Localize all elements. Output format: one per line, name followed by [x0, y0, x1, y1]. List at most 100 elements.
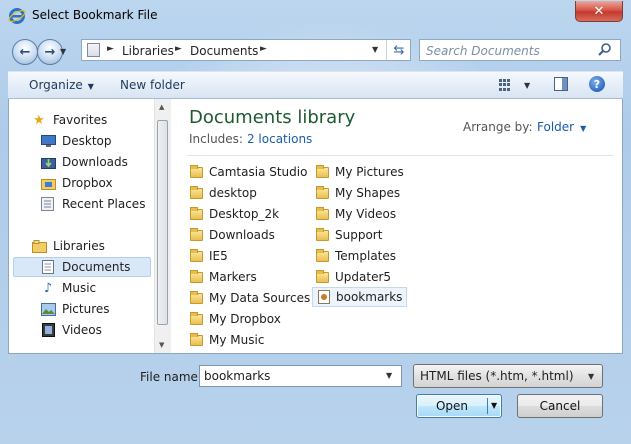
file-name: My Videos — [335, 207, 397, 221]
change-view-icon[interactable] — [499, 79, 511, 91]
sidebar-item-label: Dropbox — [62, 176, 113, 190]
sidebar-item-label: Desktop — [62, 134, 112, 148]
file-name: My Music — [209, 333, 265, 347]
file-item-selected[interactable]: bookmarks — [312, 287, 408, 307]
search-input[interactable]: Search Documents — [419, 39, 621, 61]
cancel-button[interactable]: Cancel — [517, 394, 603, 418]
breadcrumb-chevron-icon[interactable]: ► — [175, 44, 182, 54]
file-item[interactable]: IE5 — [189, 246, 228, 266]
open-label: Open — [435, 399, 469, 413]
filetype-select[interactable]: HTML files (*.htm, *.html) ▼ — [413, 364, 603, 388]
dropbox-folder-icon — [40, 175, 56, 191]
data-sources-folder-icon — [189, 290, 205, 306]
sidebar-item-desktop[interactable]: Desktop — [40, 131, 112, 151]
file-item[interactable]: My Shapes — [315, 183, 400, 203]
filename-input[interactable]: bookmarks ▼ — [199, 365, 402, 387]
sidebar-item-recent-places[interactable]: Recent Places — [40, 194, 145, 214]
sidebar-header-favorites[interactable]: ★ Favorites — [31, 110, 107, 130]
sidebar-item-label: Pictures — [62, 302, 110, 316]
navigation-pane: ★ Favorites Desktop Downloads Dropbox Re… — [9, 99, 171, 353]
file-item[interactable]: Camtasia Studio — [189, 162, 307, 182]
sidebar-item-documents[interactable]: Documents — [13, 257, 151, 277]
organize-button[interactable]: Organize ▼ — [29, 78, 94, 92]
library-title: Documents library — [189, 107, 356, 128]
file-item[interactable]: My Dropbox — [189, 309, 281, 329]
navigation-scrollbar[interactable]: ▲ ▼ — [154, 99, 171, 353]
forward-arrow-icon: → — [44, 44, 56, 60]
sidebar-item-label: Music — [62, 281, 97, 295]
scroll-down-icon[interactable]: ▼ — [159, 341, 164, 349]
search-icon[interactable] — [598, 42, 612, 56]
libraries-icon — [31, 238, 47, 254]
header-divider — [187, 155, 614, 156]
arrange-by-label: Arrange by: — [463, 120, 533, 134]
file-item[interactable]: My Videos — [315, 204, 396, 224]
close-icon: ✕ — [593, 3, 605, 19]
folder-icon — [189, 164, 205, 180]
close-button[interactable]: ✕ — [575, 1, 623, 22]
file-item[interactable]: Support — [315, 225, 382, 245]
filetype-value: HTML files (*.htm, *.html) — [420, 369, 574, 383]
recent-places-icon — [40, 196, 56, 212]
open-options-dropdown-icon[interactable]: ▼ — [491, 401, 497, 410]
file-item[interactable]: desktop — [189, 183, 257, 203]
pictures-icon — [40, 301, 56, 317]
file-name: bookmarks — [336, 290, 403, 304]
file-item[interactable]: Templates — [315, 246, 396, 266]
address-bar[interactable]: ► Libraries ► Documents ► ▼ ⇆ — [81, 39, 411, 61]
refresh-button[interactable]: ⇆ — [386, 40, 411, 60]
breadcrumb-libraries[interactable]: Libraries — [122, 44, 174, 58]
sidebar-item-music[interactable]: ♪ Music — [40, 278, 96, 298]
navigation-row: ← → ▼ ► Libraries ► Documents ► ▼ ⇆ Sear… — [0, 36, 631, 66]
file-item[interactable]: My Music — [189, 330, 264, 350]
view-options-dropdown-icon[interactable]: ▼ — [524, 81, 530, 90]
file-item[interactable]: Downloads — [189, 225, 275, 245]
back-arrow-icon: ← — [19, 44, 31, 60]
music-icon: ♪ — [43, 280, 53, 296]
file-item[interactable]: Markers — [189, 267, 257, 287]
scroll-up-icon[interactable]: ▲ — [159, 103, 164, 111]
open-button[interactable]: Open ▼ — [416, 394, 502, 418]
sidebar-item-downloads[interactable]: Downloads — [40, 152, 128, 172]
sidebar-header-label: Favorites — [53, 113, 108, 127]
file-name: desktop — [209, 186, 257, 200]
file-item[interactable]: Desktop_2k — [189, 204, 279, 224]
breadcrumb-chevron-icon[interactable]: ► — [260, 44, 267, 54]
preview-pane-icon[interactable] — [554, 77, 568, 91]
file-name: My Pictures — [335, 165, 404, 179]
help-icon[interactable]: ? — [589, 76, 605, 92]
file-item[interactable]: My Data Sources — [189, 288, 310, 308]
videos-folder-icon — [315, 206, 331, 222]
sidebar-item-label: Videos — [62, 323, 102, 337]
scrollbar-thumb[interactable] — [157, 120, 168, 325]
arrange-by-dropdown[interactable]: Folder ▼ — [537, 120, 586, 134]
pictures-folder-icon — [315, 164, 331, 180]
file-item[interactable]: Updater5 — [315, 267, 391, 287]
sidebar-item-videos[interactable]: Videos — [40, 320, 102, 340]
filename-dropdown-icon[interactable]: ▼ — [386, 371, 392, 380]
file-item[interactable]: My Pictures — [315, 162, 404, 182]
address-dropdown-icon[interactable]: ▼ — [372, 45, 378, 54]
file-name: IE5 — [209, 249, 228, 263]
back-button[interactable]: ← — [12, 39, 38, 65]
title-bar[interactable]: Select Bookmark File ✕ — [0, 0, 631, 30]
downloads-folder-icon — [40, 154, 56, 170]
sidebar-item-label: Downloads — [62, 155, 128, 169]
new-folder-button[interactable]: New folder — [120, 78, 185, 92]
videos-icon — [40, 322, 56, 338]
sidebar-item-dropbox[interactable]: Dropbox — [40, 173, 113, 193]
file-name: Support — [335, 228, 383, 242]
folder-icon — [189, 332, 205, 348]
file-name: Desktop_2k — [209, 207, 280, 221]
sidebar-item-pictures[interactable]: Pictures — [40, 299, 110, 319]
filename-value: bookmarks — [204, 369, 271, 383]
breadcrumb-documents[interactable]: Documents — [190, 44, 258, 58]
recent-pages-dropdown-icon[interactable]: ▼ — [60, 47, 66, 56]
dialog-footer: File name: bookmarks ▼ HTML files (*.htm… — [0, 354, 631, 444]
breadcrumb-chevron-icon[interactable]: ► — [107, 44, 114, 54]
sidebar-header-libraries[interactable]: Libraries — [31, 236, 105, 256]
command-bar: Organize ▼ New folder ▼ ? — [8, 71, 623, 99]
locations-link[interactable]: 2 locations — [247, 132, 312, 146]
folder-icon — [315, 269, 331, 285]
library-includes: Includes: 2 locations — [189, 132, 312, 146]
